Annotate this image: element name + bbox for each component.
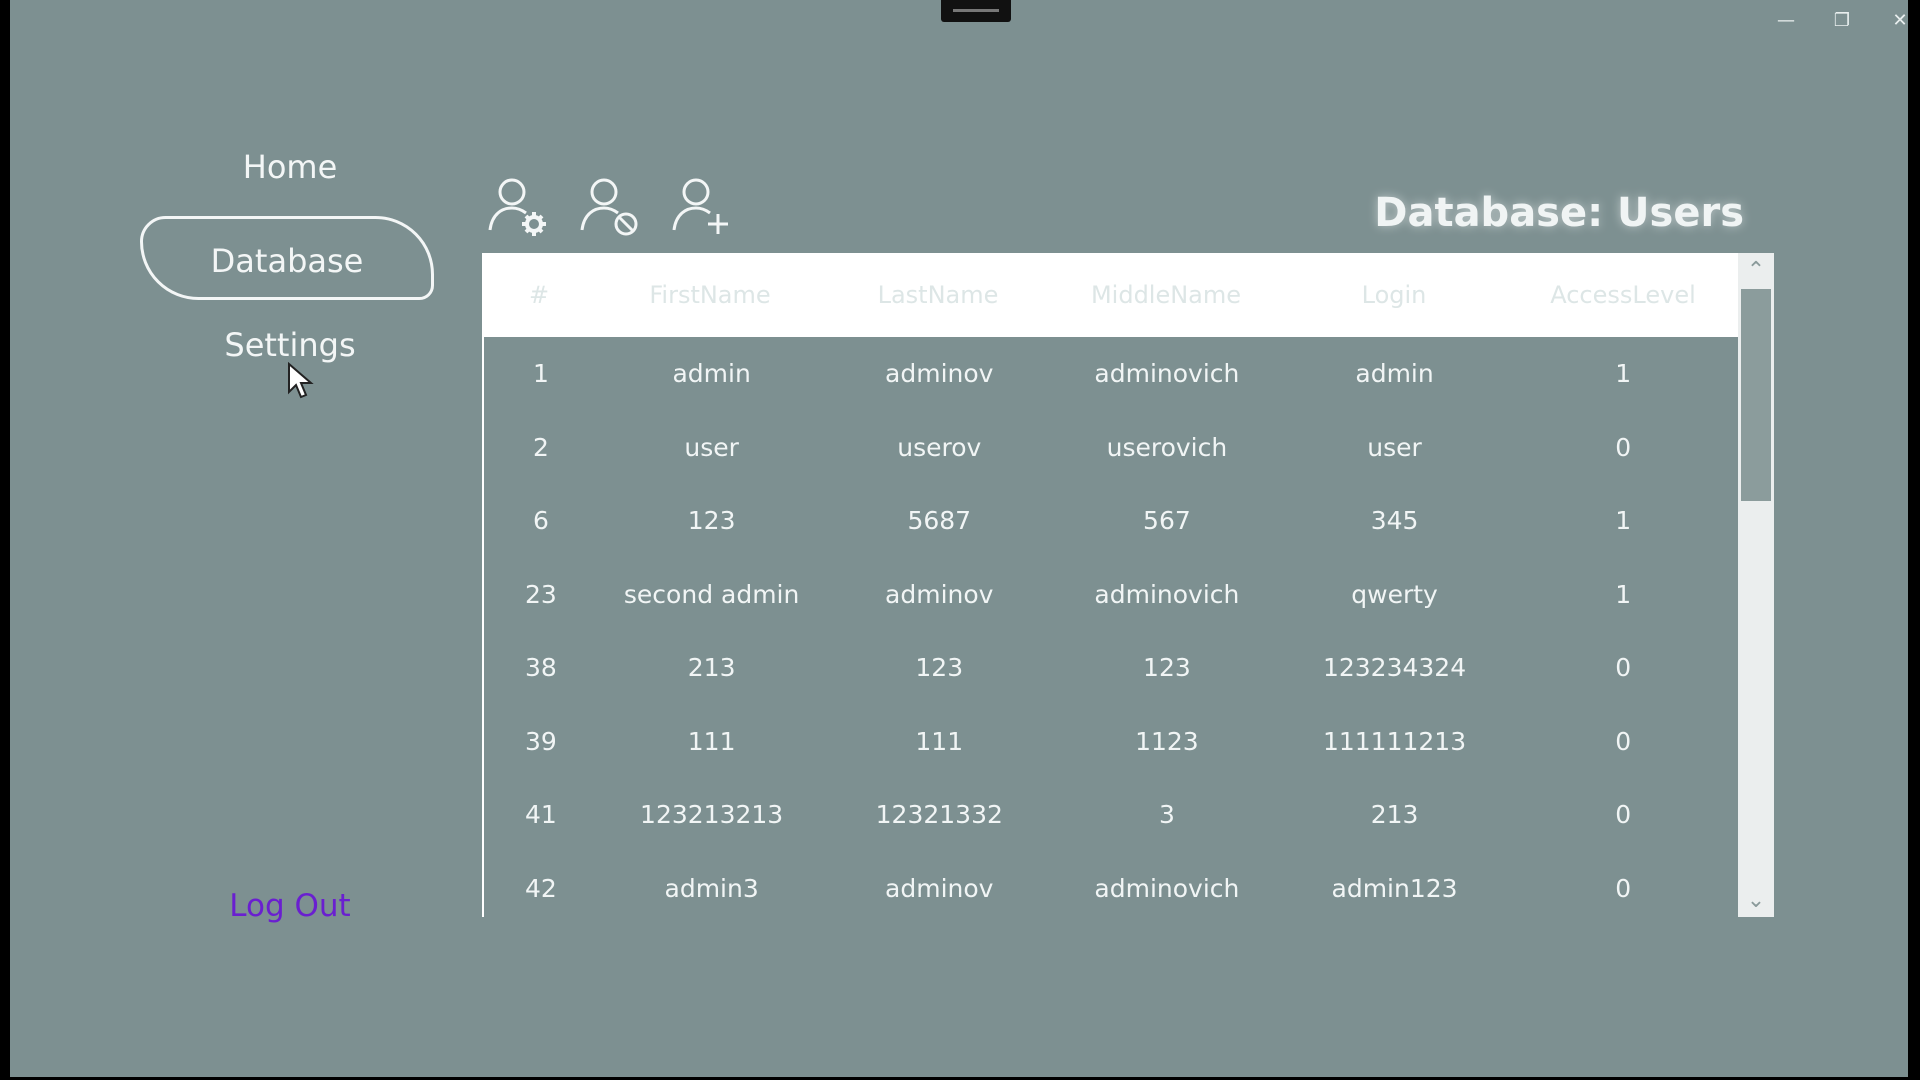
column-header-accesslevel[interactable]: AccessLevel xyxy=(1508,253,1738,337)
user-add-icon[interactable] xyxy=(668,172,740,244)
table-row[interactable]: 38 213 123 123 123234324 0 xyxy=(484,631,1738,705)
table-cell-firstname: user xyxy=(684,432,739,462)
app-window: — ❐ ✕ Home Database Settings Log Out Dat… xyxy=(10,0,1908,1077)
table-row[interactable]: 23 second admin adminov adminovich qwerty 1 xyxy=(484,558,1738,632)
scroll-up-icon[interactable]: ⌃ xyxy=(1738,253,1774,287)
table-cell-accesslevel: 0 xyxy=(1615,800,1632,830)
nav-item-database[interactable]: Database xyxy=(140,216,434,300)
mouse-cursor-icon xyxy=(288,362,314,399)
table-cell-accesslevel: 1 xyxy=(1615,579,1632,609)
column-header-firstname[interactable]: FirstName xyxy=(596,253,824,337)
table-header: # FirstName LastName MiddleName Login Ac… xyxy=(482,253,1738,337)
table-cell-login: 111111213 xyxy=(1322,726,1467,756)
table-cell-login: admin123 xyxy=(1331,873,1458,903)
scroll-down-icon[interactable]: ⌄ xyxy=(1738,883,1774,917)
table-cell-accesslevel: 1 xyxy=(1615,359,1632,389)
table-cell-lastname: 111 xyxy=(915,726,964,756)
table-cell-id: 42 xyxy=(525,873,557,903)
user-settings-icon[interactable] xyxy=(484,172,556,244)
table-cell-login: qwerty xyxy=(1351,579,1438,609)
column-header-middlename[interactable]: MiddleName xyxy=(1052,253,1280,337)
close-button[interactable]: ✕ xyxy=(1882,6,1918,34)
minimize-button[interactable]: — xyxy=(1768,6,1804,34)
table-cell-id: 41 xyxy=(525,800,557,830)
table-cell-id: 39 xyxy=(525,726,557,756)
table-cell-middlename: 123 xyxy=(1143,653,1191,683)
table-body: 1 admin adminov adminovich admin 1 2 user userov… xyxy=(482,337,1738,917)
drag-handle[interactable] xyxy=(941,0,1011,22)
table-row[interactable]: 6 123 5687 567 345 1 xyxy=(484,484,1738,558)
table-cell-middlename: 1123 xyxy=(1135,726,1199,756)
column-header-id[interactable]: # xyxy=(482,253,596,337)
table-row[interactable]: 39 111 111 1123 111111213 0 xyxy=(484,705,1738,779)
table-cell-firstname: second admin xyxy=(623,579,800,609)
table-cell-middlename: adminovich xyxy=(1094,579,1240,609)
table-cell-firstname: admin3 xyxy=(664,873,759,903)
table-cell-middlename: adminovich xyxy=(1094,359,1240,389)
table-cell-lastname: adminov xyxy=(885,359,994,389)
table-cell-login: admin xyxy=(1355,359,1434,389)
table-cell-lastname: adminov xyxy=(885,579,994,609)
column-header-lastname[interactable]: LastName xyxy=(824,253,1052,337)
table-cell-lastname: 5687 xyxy=(907,506,972,536)
table-cell-lastname: 12321332 xyxy=(875,800,1003,830)
table-cell-middlename: 567 xyxy=(1143,506,1191,536)
table-row[interactable]: 2 user userov userovich user 0 xyxy=(484,411,1738,485)
table-cell-accesslevel: 1 xyxy=(1615,506,1632,536)
users-table: # FirstName LastName MiddleName Login Ac… xyxy=(482,253,1738,917)
table-cell-login: 123234324 xyxy=(1322,653,1467,683)
table-row[interactable]: 41 123213213 12321332 3 213 0 xyxy=(484,778,1738,852)
table-cell-middlename: adminovich xyxy=(1094,873,1240,903)
nav-item-settings[interactable]: Settings xyxy=(140,326,440,364)
table-cell-lastname: userov xyxy=(897,432,982,462)
table-cell-firstname: 123213213 xyxy=(640,800,784,830)
table-row[interactable]: 42 admin3 adminov adminovich admin123 0 xyxy=(484,852,1738,918)
table-cell-id: 23 xyxy=(525,579,557,609)
table-cell-id: 38 xyxy=(525,653,557,683)
table-cell-login: 345 xyxy=(1370,506,1419,536)
table-cell-firstname: 123 xyxy=(687,506,736,536)
table-cell-id: 1 xyxy=(532,359,549,389)
table-row[interactable]: 1 admin adminov adminovich admin 1 xyxy=(484,337,1738,411)
table-cell-accesslevel: 0 xyxy=(1615,432,1632,462)
table-cell-firstname: admin xyxy=(672,359,751,389)
table-cell-lastname: adminov xyxy=(885,873,994,903)
table-cell-login: 213 xyxy=(1370,800,1419,830)
table-cell-accesslevel: 0 xyxy=(1615,873,1632,903)
maximize-button[interactable]: ❐ xyxy=(1824,6,1860,34)
user-block-icon[interactable] xyxy=(576,172,648,244)
logout-link[interactable]: Log Out xyxy=(210,888,370,924)
table-cell-lastname: 123 xyxy=(915,653,964,683)
table-scrollbar[interactable]: ⌃ ⌄ xyxy=(1738,253,1774,917)
table-cell-middlename: userovich xyxy=(1106,432,1228,462)
table-cell-id: 6 xyxy=(532,506,549,536)
table-cell-firstname: 213 xyxy=(687,653,736,683)
table-cell-middlename: 3 xyxy=(1158,800,1175,830)
table-cell-id: 2 xyxy=(532,432,549,462)
scroll-thumb[interactable] xyxy=(1741,289,1771,501)
table-cell-accesslevel: 0 xyxy=(1615,726,1632,756)
column-header-login[interactable]: Login xyxy=(1280,253,1508,337)
table-cell-accesslevel: 0 xyxy=(1615,653,1632,683)
nav-item-home[interactable]: Home xyxy=(140,148,440,186)
table-cell-login: user xyxy=(1367,432,1422,462)
table-cell-firstname: 111 xyxy=(687,726,736,756)
page-title: Database: Users xyxy=(1374,190,1744,236)
